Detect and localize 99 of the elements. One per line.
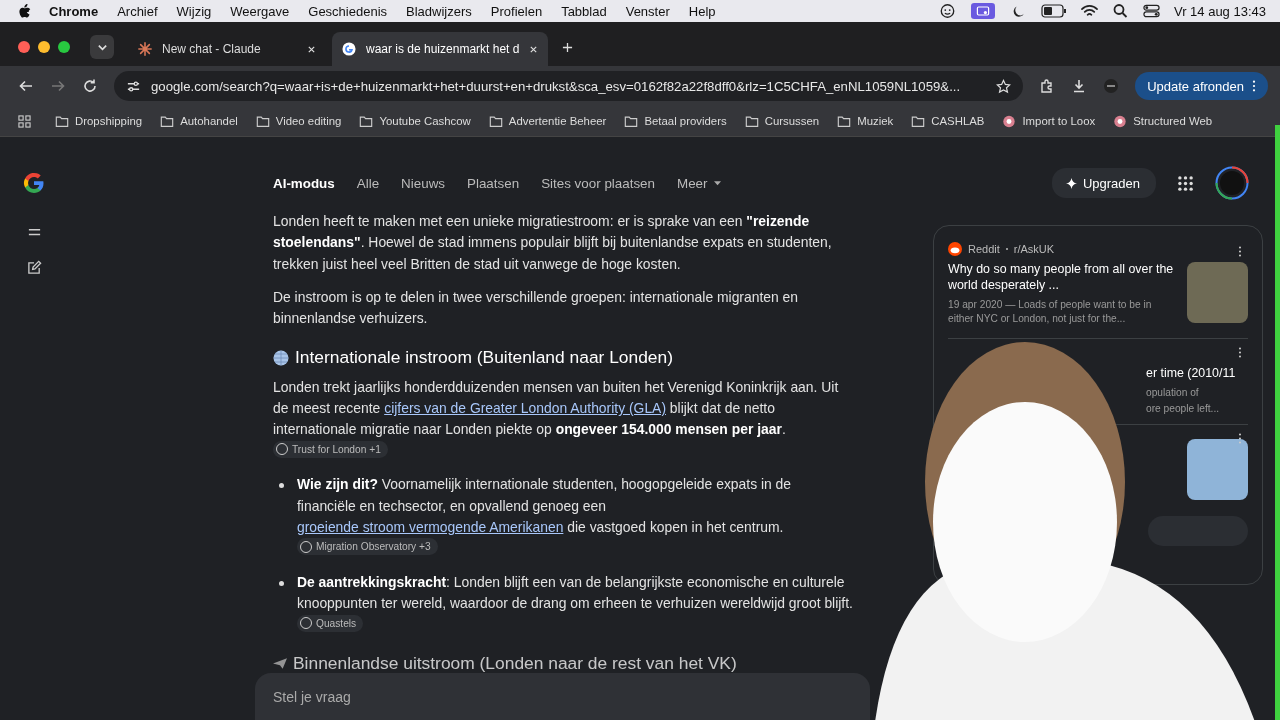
section-heading: Internationale instroom (Buitenland naar Londen): [295, 347, 673, 369]
forward-arrow-icon[interactable]: [50, 78, 66, 94]
paragraph: De instroom is op te delen in twee verschillende groepen: internationale migranten en binnenlandse verhuizers.: [273, 287, 800, 329]
browser-tab[interactable]: New chat - Claude: [128, 32, 326, 66]
menu-item[interactable]: Geschiedenis: [308, 3, 388, 19]
source-snippet: ore people left...: [1146, 402, 1221, 416]
menu-item[interactable]: Weergave: [230, 3, 290, 19]
google-g-icon: [342, 42, 356, 56]
folder-icon: [160, 114, 175, 128]
more-options-icon: [1252, 80, 1256, 92]
bookmark[interactable]: Muziek: [837, 114, 894, 128]
folder-icon: [255, 114, 270, 128]
folder-icon: [359, 114, 374, 128]
photo-placeholder: [1187, 439, 1248, 500]
apps-grid-icon[interactable]: [1178, 175, 1193, 191]
browser-tab[interactable]: waar is de huizenmarkt het d: [332, 32, 549, 66]
search-tab[interactable]: Plaatsen: [467, 175, 520, 191]
bookmark[interactable]: Video editing: [255, 114, 342, 128]
paragraph: Londen trekt jaarlijks honderdduizenden mensen van buiten het Verenigd Koninkrijk aan. Uit de meest recente cijfers van de Greater London Authority (GLA) blijkt dat de netto internationale migratie naar Londen piekte op ongeveer 154.000 mensen per jaar. Trust for London +1: [273, 376, 853, 463]
search-tab[interactable]: AI-modus: [273, 175, 335, 191]
bookmark[interactable]: Structured Web: [1113, 114, 1213, 128]
bookmark[interactable]: Dropshipping: [55, 114, 143, 128]
folder-icon: [55, 114, 69, 128]
more-options-icon[interactable]: [1238, 347, 1242, 358]
wifi-icon[interactable]: [1080, 3, 1098, 19]
back-arrow-icon[interactable]: [18, 78, 34, 94]
bookmark[interactable]: Autohandel: [160, 114, 238, 128]
menu-item[interactable]: Archief: [117, 3, 158, 19]
upgrade-button[interactable]: Upgraden: [1051, 168, 1156, 198]
source-chip[interactable]: Quastels: [297, 614, 364, 632]
search-tab[interactable]: Nieuws: [401, 175, 445, 191]
bookmark[interactable]: Import to Loox: [1002, 114, 1096, 128]
control-center-icon[interactable]: [1142, 3, 1160, 19]
window-controls[interactable]: [18, 41, 70, 53]
paragraph: Londen heeft te maken met een unieke migratiestroom: er is sprake van een "reizende stoelendans". Hoewel de stad immens populair blijft bij buitenlandse expats en studenten, trekken juist heel veel Britten de stad uit vanwege de hoge kosten.: [273, 212, 833, 274]
folder-icon: [837, 114, 852, 128]
search-tab[interactable]: Alle: [356, 175, 380, 191]
robot-face-icon: [948, 242, 962, 256]
search-tab[interactable]: Sites voor plaatsen: [541, 175, 655, 191]
edit-icon[interactable]: [26, 260, 42, 275]
bookmark[interactable]: Cursussen: [744, 114, 820, 128]
plane-icon: [273, 657, 287, 669]
folder-icon: [488, 114, 503, 128]
source-chip[interactable]: Trust for London +1: [273, 440, 388, 458]
source-title[interactable]: Why do so many people from all over the world desperately ...: [948, 261, 1177, 293]
clock-text: Vr 14 aug 13:43: [1173, 3, 1266, 19]
sparkle-icon: [1065, 177, 1077, 189]
source-title[interactable]: er time (2010/11: [1146, 365, 1248, 381]
more-options-icon[interactable]: [1238, 433, 1242, 444]
menu-item[interactable]: Venster: [625, 3, 670, 19]
bookmark[interactable]: CASHLAB: [911, 114, 985, 128]
bookmark[interactable]: Advertentie Beheer: [488, 114, 607, 128]
globe-icon: [273, 350, 289, 367]
folder-icon: [744, 114, 759, 128]
new-tab-icon[interactable]: [562, 41, 574, 53]
menu-item[interactable]: Help: [688, 3, 716, 19]
site-favicon-icon: [1113, 114, 1128, 128]
bookmark[interactable]: Betaal providers: [624, 114, 727, 128]
link[interactable]: groeiende stroom vermogende Amerikanen: [297, 519, 564, 536]
more-options-icon[interactable]: [1238, 246, 1242, 257]
menu-item[interactable]: Wijzig: [176, 3, 212, 19]
app-menu[interactable]: Chrome: [49, 3, 99, 19]
face-icon[interactable]: [938, 3, 956, 19]
close-icon[interactable]: [307, 44, 316, 54]
screen-share-icon[interactable]: [969, 3, 996, 19]
source-snippet: 19 apr 2020 — Loads of people want to be in either NYC or London, not just for the...: [948, 298, 1153, 326]
update-button[interactable]: Update afronden: [1135, 72, 1268, 100]
bookmark[interactable]: Youtube Cashcow: [359, 114, 471, 128]
starburst-icon: [138, 42, 152, 56]
address-bar[interactable]: google.com/search?q=waar+is+de+huizenmarkt+het+duurst+en+drukst&sca_esv=0162f82a22f8dff0&rlz=1C5CHFA_enNL1059NL1059&...: [114, 71, 1024, 101]
bullet-item: De aantrekkingskracht: Londen blijft een van de belangrijkste economische en culturele knooppunten ter wereld, waardoor de drang om erheen te verhuizen wereldwijd groot blijft. Quastels: [297, 572, 853, 637]
menu-item[interactable]: Tabblad: [561, 3, 607, 19]
profile-avatar-icon[interactable]: [1103, 78, 1120, 94]
more-menu[interactable]: Meer: [677, 175, 721, 191]
battery-icon[interactable]: [1040, 3, 1067, 19]
apple-logo-icon[interactable]: [18, 3, 31, 19]
caret-icon: [713, 180, 721, 186]
google-g-icon[interactable]: [22, 171, 46, 195]
bullet-item: Wie zijn dit? Voornamelijk internationale studenten, hoogopgeleide expats in de financiële en techsector, en opvallend genoeg een groeiende stroom vermogende Amerikanen die vastgoed kopen in het centrum. Migration Observatory +3: [297, 474, 853, 561]
tab-search-button[interactable]: [90, 35, 114, 59]
source-name: Reddit: [968, 243, 1000, 255]
folder-icon: [624, 114, 639, 128]
source-snippet: opulation of: [1146, 386, 1200, 400]
source-sub: r/AskUK: [1013, 243, 1055, 255]
source-chip[interactable]: Migration Observatory +3: [297, 538, 438, 556]
folder-icon: [911, 114, 926, 128]
section-heading: Binnenlandse uitstroom (Londen naar de rest van het VK): [293, 652, 737, 674]
search-icon[interactable]: [1111, 3, 1129, 19]
close-icon[interactable]: [529, 44, 539, 54]
url-text: google.com/search?q=waar+is+de+huizenmarkt+het+duurst+en+drukst&sca_esv=0162f82a22f8dff0&rlz=1C5CHFA_enNL1059NL1059&...: [151, 78, 962, 94]
ask-input-field[interactable]: Stel je vraag: [255, 673, 870, 720]
site-favicon-icon: [1002, 114, 1017, 128]
menu-item[interactable]: Bladwijzers: [406, 3, 472, 19]
star-icon[interactable]: [996, 78, 1012, 94]
link[interactable]: cijfers van de Greater London Authority (GLA): [384, 400, 666, 417]
account-avatar-icon[interactable]: [1215, 166, 1249, 200]
menu-item[interactable]: Profielen: [490, 3, 543, 19]
photo-placeholder: [1187, 262, 1248, 323]
reload-icon[interactable]: [82, 78, 98, 94]
